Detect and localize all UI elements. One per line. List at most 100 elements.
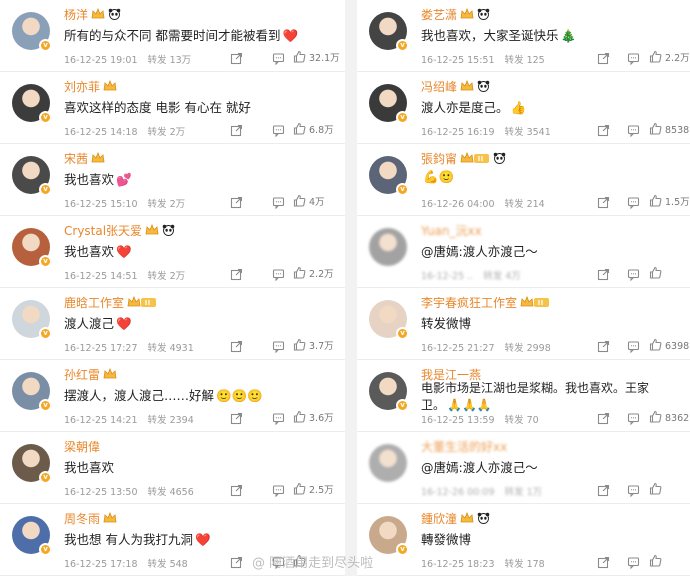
- user-name[interactable]: Crystal张天爱: [64, 222, 175, 239]
- repost-label: 转发: [147, 487, 167, 498]
- user-name-text[interactable]: 杨洋: [64, 8, 88, 22]
- share-icon[interactable]: [597, 266, 610, 281]
- comment-icon[interactable]: [272, 410, 285, 426]
- share-icon[interactable]: [230, 266, 243, 281]
- comment-icon[interactable]: [627, 338, 640, 354]
- repost-count: 转发 70: [505, 415, 539, 426]
- like-button[interactable]: [649, 554, 665, 568]
- user-name-text[interactable]: 鍾欣潼: [421, 512, 457, 526]
- user-name-text[interactable]: 李宇春疯狂工作室: [421, 296, 517, 310]
- user-name[interactable]: Yuan_沅xx: [421, 222, 482, 239]
- like-count: 3.7万: [309, 341, 334, 352]
- user-name-text[interactable]: Yuan_沅xx: [421, 224, 482, 238]
- avatar[interactable]: [369, 444, 407, 482]
- user-name[interactable]: 鹿晗工作室: [64, 294, 157, 311]
- crown-icon: [460, 7, 474, 23]
- avatar[interactable]: [369, 228, 407, 266]
- comment-time: 16-12-25 14:18: [64, 127, 138, 138]
- repost-value: 2万: [169, 127, 186, 138]
- member-rank-icon: [460, 151, 490, 167]
- user-name[interactable]: 宋茜: [64, 150, 105, 167]
- user-name[interactable]: 張鈞甯: [421, 150, 506, 167]
- crown-icon: [460, 511, 474, 527]
- share-icon[interactable]: [230, 122, 243, 137]
- user-name[interactable]: 李宇春疯狂工作室: [421, 294, 550, 311]
- user-name[interactable]: 孙红雷: [64, 366, 117, 383]
- user-name[interactable]: 周冬雨: [64, 510, 117, 527]
- user-name[interactable]: 娄艺潇: [421, 6, 490, 23]
- user-name-text[interactable]: 周冬雨: [64, 512, 100, 526]
- user-name-text[interactable]: 冯绍峰: [421, 80, 457, 94]
- share-icon[interactable]: [230, 194, 243, 209]
- comment-icon[interactable]: [627, 266, 640, 282]
- user-name-text[interactable]: Crystal张天爱: [64, 224, 142, 238]
- comment-card: v 李宇春疯狂工作室 转发微博 16-12-25 21:27 转发 2998 6398: [357, 288, 690, 360]
- share-icon[interactable]: [597, 194, 610, 209]
- like-button[interactable]: 6398: [649, 338, 689, 352]
- comment-icon[interactable]: [627, 50, 640, 66]
- verified-badge-icon: v: [39, 111, 52, 124]
- like-button[interactable]: 1.5万: [649, 194, 690, 208]
- like-button[interactable]: 8362: [649, 410, 689, 424]
- like-button[interactable]: 2.2万: [649, 50, 690, 64]
- user-name[interactable]: 大董生活的好xx: [421, 438, 507, 455]
- share-icon[interactable]: [597, 554, 610, 569]
- share-icon[interactable]: [597, 482, 610, 497]
- comment-icon[interactable]: [272, 338, 285, 354]
- user-name-text[interactable]: 孙红雷: [64, 368, 100, 382]
- user-name[interactable]: 梁朝偉: [64, 438, 100, 455]
- user-name-text[interactable]: 宋茜: [64, 152, 88, 166]
- share-icon[interactable]: [230, 410, 243, 425]
- thumbs-up-icon: [649, 554, 665, 568]
- like-button[interactable]: [649, 266, 665, 280]
- user-name[interactable]: 冯绍峰: [421, 78, 490, 95]
- user-name-text[interactable]: 刘亦菲: [64, 80, 100, 94]
- share-icon[interactable]: [230, 338, 243, 353]
- user-name-text[interactable]: 梁朝偉: [64, 440, 100, 454]
- comment-icon[interactable]: [272, 50, 285, 66]
- user-name[interactable]: 杨洋: [64, 6, 121, 23]
- user-name-text[interactable]: 張鈞甯: [421, 152, 457, 166]
- share-icon[interactable]: [597, 50, 610, 65]
- repost-value: 2998: [526, 343, 551, 354]
- comment-time: 16-12-25 13:50: [64, 487, 138, 498]
- comment-icon[interactable]: [272, 266, 285, 282]
- like-button[interactable]: 4万: [293, 194, 325, 208]
- share-icon[interactable]: [597, 338, 610, 353]
- share-icon[interactable]: [597, 122, 610, 137]
- comment-icon[interactable]: [627, 122, 640, 138]
- panda-icon: [162, 224, 175, 239]
- share-icon[interactable]: [597, 410, 610, 425]
- repost-label: 转发: [147, 55, 167, 66]
- user-name-text[interactable]: 鹿晗工作室: [64, 296, 124, 310]
- right-comment-column: v 娄艺潇 我也喜欢，大家圣诞快乐 🎄 16-12-25 15:51 转发 125 2.2万…: [357, 0, 690, 576]
- like-button[interactable]: 2.2万: [293, 266, 334, 280]
- user-name-text[interactable]: 娄艺潇: [421, 8, 457, 22]
- comment-icon[interactable]: [627, 194, 640, 210]
- comment-icon[interactable]: [627, 410, 640, 426]
- share-icon[interactable]: [230, 554, 243, 569]
- comment-icon[interactable]: [627, 482, 640, 498]
- emoji-icon: 👍: [510, 100, 527, 115]
- like-button[interactable]: 6.8万: [293, 122, 334, 136]
- like-button[interactable]: 2.5万: [293, 482, 334, 496]
- comment-text-content: 喜欢这样的态度 电影 有心在 就好: [64, 100, 251, 115]
- share-icon[interactable]: [230, 482, 243, 497]
- comment-icon[interactable]: [272, 194, 285, 210]
- panda-icon: [108, 8, 121, 23]
- comment-card: v 鍾欣潼 轉發微博 16-12-25 18:23 转发 178: [357, 504, 690, 576]
- like-button[interactable]: 32.1万: [293, 50, 340, 64]
- like-button[interactable]: 8538: [649, 122, 689, 136]
- user-name[interactable]: 鍾欣潼: [421, 510, 490, 527]
- comment-icon[interactable]: [272, 122, 285, 138]
- like-button[interactable]: 3.7万: [293, 338, 334, 352]
- like-button[interactable]: 3.6万: [293, 410, 334, 424]
- repost-count: 转发 2万: [148, 271, 186, 282]
- comment-icon[interactable]: [272, 482, 285, 498]
- user-name-text[interactable]: 大董生活的好xx: [421, 440, 507, 454]
- like-button[interactable]: [649, 482, 665, 496]
- share-icon[interactable]: [230, 50, 243, 65]
- user-name[interactable]: 刘亦菲: [64, 78, 117, 95]
- comment-icon[interactable]: [627, 554, 640, 570]
- verified-badge-icon: v: [396, 183, 409, 196]
